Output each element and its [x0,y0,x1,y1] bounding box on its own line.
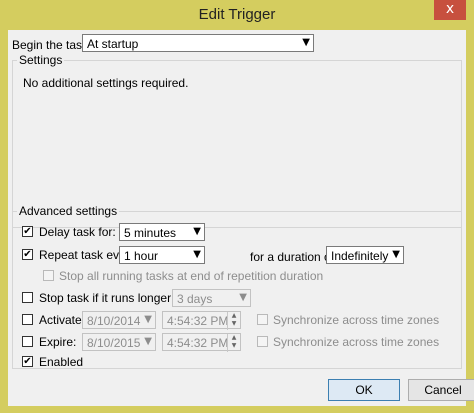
activate-date-picker[interactable]: 8/10/2014 ▼ [82,311,156,329]
expire-time-value: 4:54:32 PM [167,336,229,350]
settings-group: Settings No additional settings required… [12,53,462,228]
activate-sync-checkbox[interactable] [257,314,268,325]
calendar-icon: ▼ [144,336,152,347]
chevron-down-icon: ▼ [193,249,201,260]
expire-time-spinner[interactable]: ▲ ▼ [227,334,240,352]
stop-longer-value: 3 days [177,292,213,306]
chevron-down-icon: ▼ [392,249,400,260]
begin-task-select[interactable]: At startup ▼ [82,34,314,52]
activate-time-spinner[interactable]: ▲ ▼ [227,312,240,330]
cancel-button[interactable]: Cancel [408,379,474,401]
duration-select[interactable]: Indefinitely ▼ [326,246,404,264]
window-title: Edit Trigger [198,6,276,23]
spin-up-icon[interactable]: ▲ [228,334,240,342]
expire-sync-checkbox[interactable] [257,336,268,347]
spin-down-icon[interactable]: ▼ [228,320,240,328]
expire-sync-label: Synchronize across time zones [273,335,440,349]
delay-task-value: 5 minutes [124,226,177,240]
stop-repetition-checkbox[interactable] [43,270,54,281]
stop-repetition-label: Stop all running tasks at end of repetit… [59,269,324,283]
stop-longer-select[interactable]: 3 days ▼ [172,289,251,307]
delay-task-select[interactable]: 5 minutes ▼ [119,223,205,241]
activate-time-picker[interactable]: 4:54:32 PM ▲ ▼ [162,311,241,330]
expire-date-picker[interactable]: 8/10/2015 ▼ [82,333,156,351]
settings-message: No additional settings required. [23,76,189,90]
expire-date-value: 8/10/2015 [87,336,141,350]
enabled-label: Enabled [39,355,84,369]
check-icon: ✔ [23,249,32,260]
duration-value: Indefinitely [331,249,389,263]
dialog-client: Begin the task: At startup ▼ Settings No… [8,30,474,406]
spin-down-icon[interactable]: ▼ [228,342,240,350]
check-icon: ✔ [23,356,32,367]
begin-task-label: Begin the task: [12,38,92,52]
advanced-settings-title: Advanced settings [17,204,120,218]
delay-task-label: Delay task for: [39,225,116,239]
settings-group-title: Settings [17,53,65,67]
calendar-icon: ▼ [144,314,152,325]
close-icon: x [445,1,455,17]
activate-label: Activate: [39,313,86,327]
edit-trigger-window: Edit Trigger x Begin the task: At startu… [0,0,474,413]
duration-label: for a duration of: [250,250,338,264]
ok-button[interactable]: OK [328,379,400,401]
activate-checkbox[interactable] [22,314,33,325]
expire-checkbox[interactable] [22,336,33,347]
repeat-task-value: 1 hour [124,249,159,263]
activate-date-value: 8/10/2014 [87,314,141,328]
advanced-settings-group: Advanced settings ✔ Delay task for: 5 mi… [12,204,462,369]
stop-longer-checkbox[interactable] [22,292,33,303]
title-bar: Edit Trigger x [0,0,474,30]
close-button[interactable]: x [434,0,466,20]
activate-time-value: 4:54:32 PM [167,314,229,328]
activate-sync-label: Synchronize across time zones [273,313,440,327]
check-icon: ✔ [23,226,32,237]
spin-up-icon[interactable]: ▲ [228,312,240,320]
chevron-down-icon: ▼ [302,37,310,48]
chevron-down-icon: ▼ [239,292,247,303]
enabled-checkbox[interactable]: ✔ [22,356,33,367]
repeat-task-checkbox[interactable]: ✔ [22,249,33,260]
expire-label: Expire: [39,335,77,349]
delay-task-checkbox[interactable]: ✔ [22,226,33,237]
expire-time-picker[interactable]: 4:54:32 PM ▲ ▼ [162,333,241,352]
chevron-down-icon: ▼ [193,226,201,237]
repeat-task-select[interactable]: 1 hour ▼ [119,246,205,264]
begin-task-value: At startup [87,37,139,51]
